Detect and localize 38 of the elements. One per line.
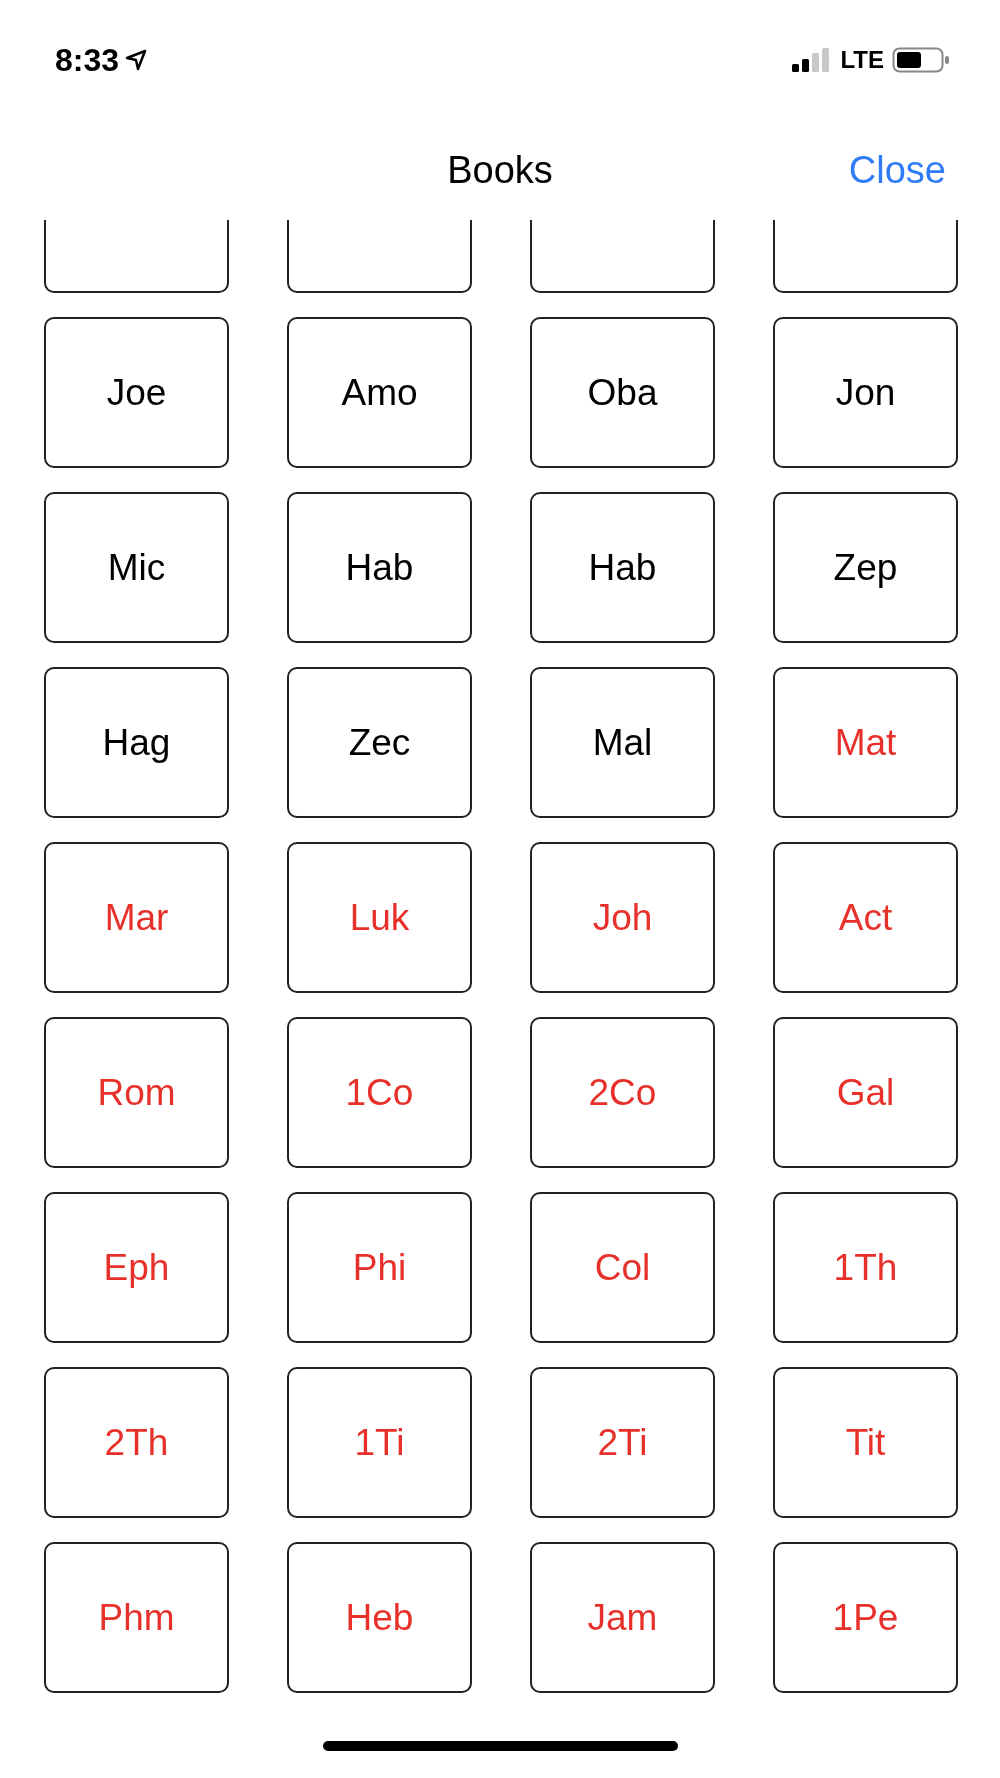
book-button[interactable]: 2Th (44, 1367, 229, 1518)
book-button[interactable]: Hag (44, 667, 229, 818)
book-button[interactable]: Zec (287, 667, 472, 818)
clock-time: 8:33 (55, 41, 120, 79)
book-button[interactable]: Zep (773, 492, 958, 643)
book-button[interactable]: Mar (44, 842, 229, 993)
book-button[interactable]: Hab (530, 492, 715, 643)
book-button[interactable]: Eph (44, 1192, 229, 1343)
screen-title: Books (447, 148, 553, 192)
book-button[interactable]: Mic (44, 492, 229, 643)
book-button[interactable]: 2Ti (530, 1367, 715, 1518)
book-button[interactable]: 2Co (530, 1017, 715, 1168)
network-type: LTE (840, 46, 884, 74)
book-button[interactable]: Gal (773, 1017, 958, 1168)
book-button[interactable]: Col (530, 1192, 715, 1343)
book-button[interactable]: Jam (530, 1542, 715, 1693)
book-button[interactable]: Mal (530, 667, 715, 818)
book-button[interactable]: Hab (287, 492, 472, 643)
book-button[interactable]: Amo (287, 317, 472, 468)
book-button[interactable]: 1Ti (287, 1367, 472, 1518)
book-button[interactable]: 1Pe (773, 1542, 958, 1693)
book-button[interactable]: Oba (530, 317, 715, 468)
book-button[interactable]: Jon (773, 317, 958, 468)
book-button[interactable]: Rom (44, 1017, 229, 1168)
book-button[interactable]: Heb (287, 1542, 472, 1693)
book-button[interactable]: Mat (773, 667, 958, 818)
book-button[interactable]: 1Th (773, 1192, 958, 1343)
book-button[interactable]: Act (773, 842, 958, 993)
book-button[interactable]: Phm (44, 1542, 229, 1693)
close-button[interactable]: Close (848, 148, 946, 192)
book-button[interactable]: Joh (530, 842, 715, 993)
book-button[interactable]: Luk (287, 842, 472, 993)
book-button[interactable]: Tit (773, 1367, 958, 1518)
book-button[interactable]: 1Co (287, 1017, 472, 1168)
battery-icon (892, 47, 950, 73)
book-button[interactable]: Joe (44, 317, 229, 468)
book-button[interactable]: Phi (287, 1192, 472, 1343)
location-arrow-icon (125, 49, 148, 71)
